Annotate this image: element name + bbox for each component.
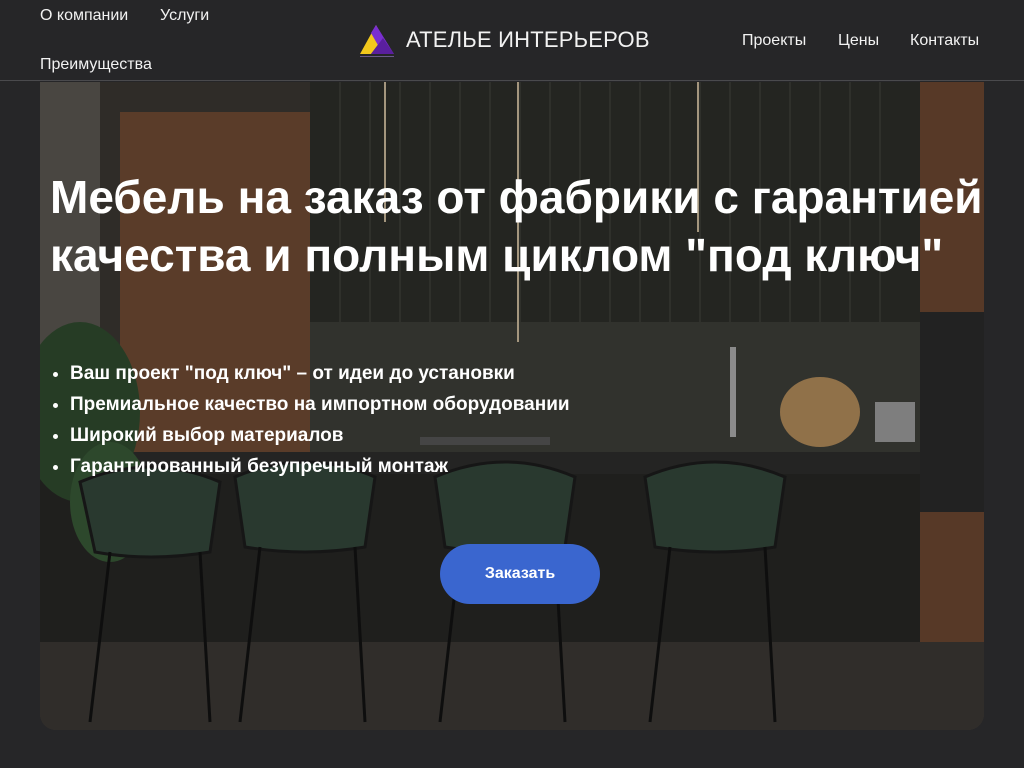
benefit-item: Широкий выбор материалов (70, 420, 570, 451)
nav-link-projects[interactable]: Проекты (742, 31, 806, 51)
nav-link-about[interactable]: О компании (40, 6, 128, 26)
benefit-item: Премиальное качество на импортном оборуд… (70, 389, 570, 420)
hero-section: Мебель на заказ от фабрики с гарантией к… (40, 82, 984, 730)
nav-link-prices[interactable]: Цены (838, 31, 879, 51)
nav-link-services[interactable]: Услуги (160, 6, 209, 26)
benefit-item: Гарантированный безупречный монтаж (70, 451, 570, 482)
order-button[interactable]: Заказать (440, 544, 600, 604)
logo-icon (360, 25, 394, 57)
brand[interactable]: АТЕЛЬЕ ИНТЕРЬЕРОВ (356, 20, 650, 60)
nav-link-advantages[interactable]: Преимущества (40, 55, 152, 75)
benefit-item: Ваш проект "под ключ" – от идеи до устан… (70, 358, 570, 389)
benefits-list: Ваш проект "под ключ" – от идеи до устан… (50, 358, 570, 482)
site-header: О компании Услуги Преимущества АТЕЛЬЕ ИН… (0, 0, 1024, 81)
brand-name: АТЕЛЬЕ ИНТЕРЬЕРОВ (406, 27, 650, 52)
nav-link-contacts[interactable]: Контакты (910, 31, 979, 51)
hero-title: Мебель на заказ от фабрики с гарантией к… (50, 171, 983, 281)
